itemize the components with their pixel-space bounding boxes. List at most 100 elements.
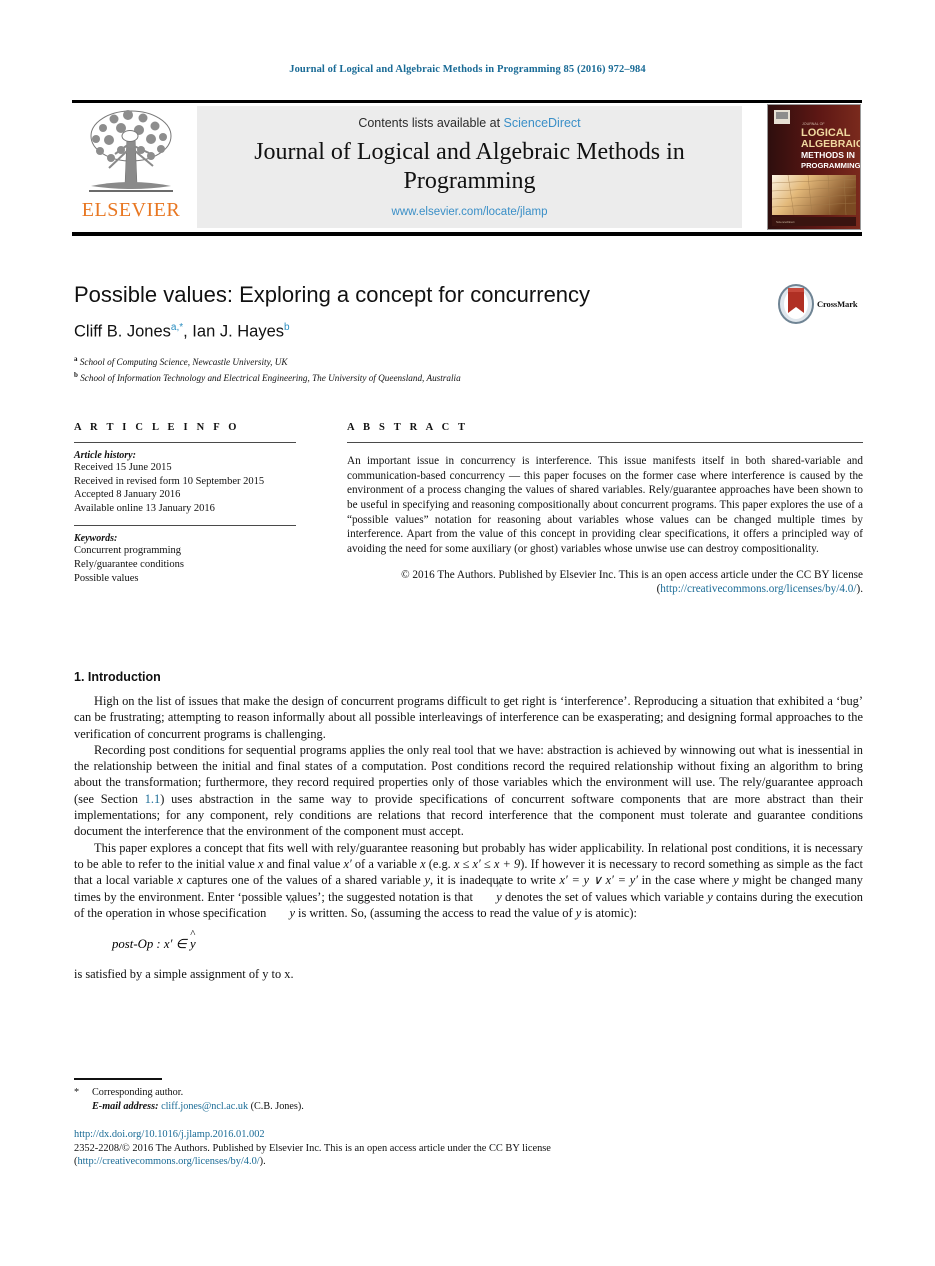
history-item: Received in revised form 10 September 20…: [74, 475, 265, 487]
title-block: Possible values: Exploring a concept for…: [74, 282, 764, 385]
article-history-label: Article history:: [74, 450, 136, 461]
p3-s3: of a variable: [351, 856, 421, 871]
abstract-text: An important issue in concurrency is int…: [347, 455, 863, 555]
paragraph-1: High on the list of issues that make the…: [74, 694, 863, 741]
email-link[interactable]: cliff.jones@ncl.ac.uk: [161, 1101, 248, 1112]
issn-paren-close: ).: [259, 1156, 266, 1168]
masthead-bottom-rule: [72, 232, 862, 236]
p3-s13: is atomic):: [581, 905, 637, 920]
issn-cc-link[interactable]: http://creativecommons.org/licenses/by/4…: [77, 1156, 259, 1167]
journal-homepage-link[interactable]: www.elsevier.com/locate/jlamp: [197, 206, 742, 218]
doi-link[interactable]: http://dx.doi.org/10.1016/j.jlamp.2016.0…: [74, 1128, 714, 1142]
p3-s12: is written. So, (assuming the access to …: [294, 905, 576, 920]
email-attribution: (C.B. Jones).: [250, 1100, 304, 1112]
abstract-rule: [347, 442, 863, 443]
svg-text:METHODS IN: METHODS IN: [801, 150, 855, 160]
keywords-list: Concurrent programming Rely/guarantee co…: [74, 544, 296, 585]
p3-s10: denotes the set of values which variable: [501, 889, 708, 904]
keyword-item: Concurrent programming: [74, 545, 182, 557]
history-item: Accepted 8 January 2016: [74, 489, 181, 501]
issn-text: 2352-2208/© 2016 The Authors. Published …: [74, 1142, 551, 1154]
displayed-formula: post-Op : x′ ∈ ^ y: [74, 929, 863, 952]
corresponding-author-text: Corresponding author.: [92, 1087, 184, 1098]
math-y-hat-2: ^ y: [269, 896, 295, 921]
history-item: Available online 13 January 2016: [74, 502, 215, 514]
p3-s8: in the case where: [637, 873, 734, 888]
formula-y-hat: ^ y: [190, 929, 196, 952]
p3-s2: and final value: [263, 856, 344, 871]
p3-s6: captures one of the values of a shared v…: [182, 873, 425, 888]
affiliations: a School of Computing Science, Newcastle…: [74, 353, 764, 384]
cover-artwork: JOURNAL OF LOGICAL ALGEBRAIC METHODS IN …: [768, 105, 860, 229]
author-2-affil-marker[interactable]: b: [284, 322, 290, 333]
cc-license-link[interactable]: http://creativecommons.org/licenses/by/4…: [660, 583, 856, 595]
affiliation-b-marker: b: [74, 370, 78, 379]
affiliation-a-marker: a: [74, 354, 78, 363]
svg-text:JOURNAL OF: JOURNAL OF: [802, 122, 825, 126]
author-separator: , Ian J. Hayes: [183, 322, 285, 341]
article-history-list: Received 15 June 2015 Received in revise…: [74, 461, 296, 515]
footnote-email: E-mail address: cliff.jones@ncl.ac.uk (C…: [74, 1100, 574, 1114]
affiliation-a-text: School of Computing Science, Newcastle U…: [79, 356, 288, 367]
crossmark-label: CrossMark: [817, 299, 858, 309]
svg-text:PROGRAMMING: PROGRAMMING: [801, 161, 860, 170]
paragraph-3: This paper explores a concept that fits …: [74, 840, 863, 921]
issn-copyright-line: 2352-2208/© 2016 The Authors. Published …: [74, 1142, 714, 1169]
formula-operator: ∈: [172, 937, 190, 952]
introduction-section: 1. Introduction High on the list of issu…: [74, 670, 863, 982]
svg-text:ALGEBRAIC: ALGEBRAIC: [801, 138, 860, 150]
page-title: Possible values: Exploring a concept for…: [74, 282, 591, 307]
email-label: E-mail address:: [92, 1100, 159, 1112]
author-list: Cliff B. Jonesa,*, Ian J. Hayesb: [74, 322, 764, 342]
abstract-heading: A B S T R A C T: [347, 422, 469, 433]
section-heading-introduction: 1. Introduction: [74, 670, 161, 684]
article-info-heading: A R T I C L E I N F O: [74, 422, 240, 433]
asterisk-marker: *: [74, 1087, 80, 1098]
math-y-hat-1-base: y: [496, 889, 502, 904]
keyword-item: Rely/guarantee conditions: [74, 558, 184, 570]
elsevier-wordmark: ELSEVIER: [81, 199, 181, 221]
crossmark-icon[interactable]: [777, 283, 817, 325]
journal-masthead: ELSEVIER Contents lists available at Sci…: [72, 100, 862, 232]
footnote-corresponding-author: * Corresponding author.: [74, 1086, 574, 1100]
math-y-hat-1: ^ y: [476, 880, 502, 905]
abstract-column: A B S T R A C T An important issue in co…: [347, 422, 863, 608]
journal-cover-thumbnail: JOURNAL OF LOGICAL ALGEBRAIC METHODS IN …: [767, 104, 861, 230]
abstract-copyright: © 2016 The Authors. Published by Elsevie…: [347, 568, 863, 597]
keywords-label: Keywords:: [74, 533, 118, 545]
keyword-item: Possible values: [74, 572, 139, 584]
history-item: Received 15 June 2015: [74, 462, 172, 473]
paragraph-4: is satisfied by a simple assignment of y…: [74, 967, 294, 982]
keywords-rule: [74, 525, 296, 527]
running-head: Journal of Logical and Algebraic Methods…: [289, 64, 646, 75]
author-1: Cliff B. Jones: [74, 322, 171, 341]
affiliation-b-text: School of Information Technology and Ele…: [80, 372, 461, 383]
math-inequality: x ≤ x′ ≤ x + 9: [453, 856, 521, 871]
svg-text:ScienceDirect: ScienceDirect: [776, 220, 795, 224]
journal-title: Journal of Logical and Algebraic Methods…: [254, 139, 685, 194]
article-info-rule: [74, 442, 296, 443]
paragraph-2: Recording post conditions for sequential…: [74, 742, 863, 840]
article-info-column: A R T I C L E I N F O Article history: R…: [74, 422, 296, 585]
doi-block: http://dx.doi.org/10.1016/j.jlamp.2016.0…: [74, 1128, 714, 1169]
crossmark-badge[interactable]: CrossMark: [777, 283, 863, 327]
contents-lists-line: Contents lists available at ScienceDirec…: [197, 106, 742, 130]
elsevier-tree-icon: [89, 110, 173, 192]
p2-part-b: ) uses abstraction in the same way to pr…: [74, 791, 863, 839]
affiliation-b: b School of Information Technology and E…: [74, 369, 764, 384]
section-cross-ref[interactable]: 1.1: [145, 792, 161, 806]
journal-banner: Contents lists available at ScienceDirec…: [197, 106, 742, 228]
hat-accent: ^: [190, 928, 196, 941]
sciencedirect-link[interactable]: ScienceDirect: [504, 116, 581, 130]
article-first-page: Journal of Logical and Algebraic Methods…: [0, 0, 935, 1266]
copyright-post: ).: [856, 583, 863, 596]
affiliation-a: a School of Computing Science, Newcastle…: [74, 353, 764, 368]
contents-prefix: Contents lists available at: [358, 116, 504, 130]
author-1-affil-marker[interactable]: a,*: [171, 322, 183, 333]
elsevier-logo: ELSEVIER: [72, 106, 190, 228]
hat-accent: ^: [289, 895, 295, 908]
footnote-block: * Corresponding author. E-mail address: c…: [74, 1086, 574, 1113]
formula-label: post-Op: [112, 937, 154, 952]
formula-separator: :: [153, 937, 164, 952]
hat-accent: ^: [496, 879, 502, 892]
